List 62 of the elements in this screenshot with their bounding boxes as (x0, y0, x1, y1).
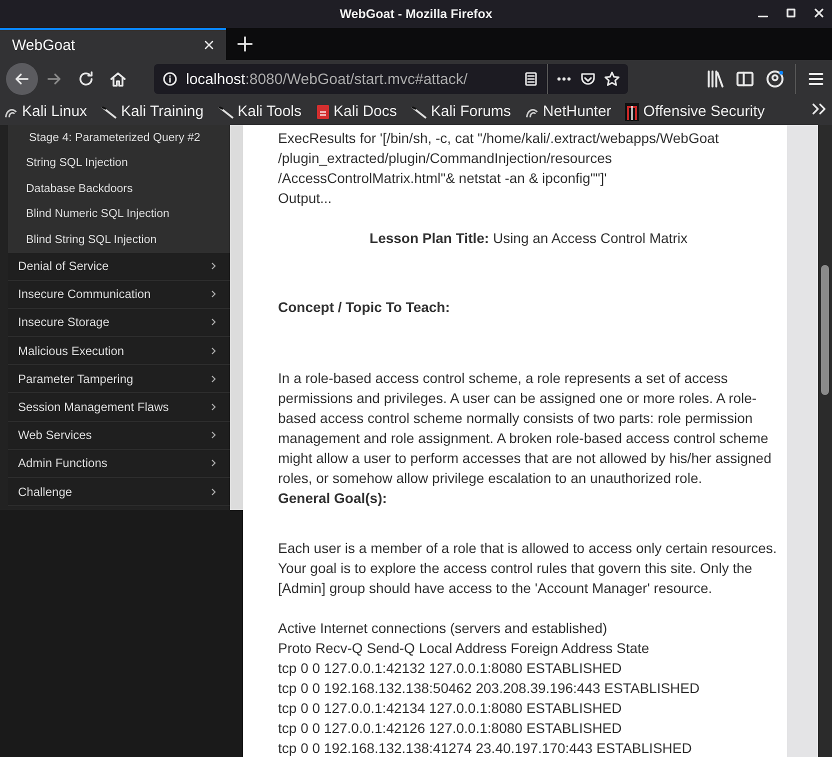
section-heading: Concept / Topic To Teach: (278, 299, 450, 315)
exec-output-line: Output... (278, 189, 333, 208)
concept-paragraph: In a role-based access control scheme, a role represents a set of access permissions and privileges. A user can be assigned one or more roles. A role-based access control scheme normally consists of two parts: role permission management and role assignment. A broken role-based access control scheme might allow a user to perform accesses that are not allowed by his/her assigned roles, or somehow allow privilege escalation to an unauthorized role. (278, 369, 772, 488)
sidebar-icon[interactable] (735, 69, 755, 89)
goal-paragraph: Each user is a member of a role that is allowed to access only certain resources. Your goal is to explore the access control rules that govern this site. Only the [Admin] group should have access to the 'Account Manager' resource. (278, 539, 778, 598)
exec-output-line: /AccessControlMatrix.html"& netstat -an & ipconfig""]' (278, 169, 608, 188)
reader-view-icon[interactable] (523, 71, 539, 87)
lesson-link[interactable]: Stage 4: Parameterized Query #2 (29, 132, 200, 144)
netstat-output-line: tcp 0 0 192.168.132.138:41274 23.40.197.170:443 ESTABLISHED (278, 739, 693, 757)
bookmark-link[interactable]: Kali Tools (218, 103, 302, 120)
library-icon[interactable] (705, 69, 725, 89)
bookmark-link[interactable]: Kali Linux (4, 103, 88, 120)
category-menu-item[interactable]: Web Services (8, 422, 230, 450)
lesson-link[interactable]: Blind String SQL Injection (26, 234, 157, 246)
new-tab-icon[interactable] (236, 35, 254, 53)
star-icon[interactable] (604, 71, 620, 87)
lesson-link[interactable]: String SQL Injection (26, 157, 128, 170)
address-bar[interactable]: localhost:8080/WebGoat/start.mvc#attack/ (154, 64, 628, 94)
lesson-title: Lesson Plan Title: Using an Access Control Matrix (370, 230, 688, 246)
chevron-right-icon (211, 318, 216, 326)
section-heading: General Goal(s): (278, 490, 387, 506)
chevron-right-icon (211, 431, 216, 440)
netstat-output-line: tcp 0 0 127.0.0.1:42134 127.0.0.1:8080 ESTABLISHED (278, 699, 623, 718)
chevron-right-icon (211, 403, 216, 412)
chevron-right-icon (211, 374, 216, 383)
chevron-right-icon (211, 290, 216, 298)
netstat-output-line: tcp 0 0 192.168.132.138:50462 203.208.39.196:443 ESTABLISHED (278, 679, 701, 698)
close-icon[interactable] (202, 38, 216, 52)
bookmark-link[interactable]: Offensive Security (625, 102, 765, 120)
netstat-output-line: tcp 0 0 127.0.0.1:42126 127.0.0.1:8080 ESTABLISHED (278, 719, 623, 738)
document-icon (316, 104, 330, 120)
home-icon[interactable] (109, 70, 127, 88)
close-icon[interactable] (812, 6, 826, 20)
blade-icon (101, 104, 118, 120)
exec-output-line: /plugin_extracted/plugin/CommandInjection/resources (278, 149, 613, 168)
chevron-right-icon (211, 459, 216, 468)
lesson-link[interactable]: Blind Numeric SQL Injection (26, 208, 170, 220)
info-icon (162, 71, 178, 87)
bookmark-link[interactable]: Kali Docs (316, 103, 397, 120)
chevron-right-icon (211, 488, 216, 496)
exec-output-line: ExecResults for '[/bin/sh, -c, cat "/home/kali/.extract/webapps/WebGoat (278, 129, 720, 148)
account-icon[interactable] (765, 69, 785, 89)
pocket-icon[interactable] (580, 71, 596, 87)
chevron-right-icon (211, 262, 216, 270)
scrollbar[interactable] (818, 125, 832, 757)
lesson-link[interactable]: Database Backdoors (26, 182, 133, 195)
bookmark-link[interactable]: NetHunter (524, 103, 612, 120)
blade-icon (218, 104, 234, 120)
blade-icon (410, 104, 427, 120)
netstat-output-line: Proto Recv-Q Send-Q Local Address Foreign Address State (278, 639, 650, 658)
reload-icon[interactable] (77, 70, 95, 88)
chevron-right-icon (211, 346, 216, 355)
category-menu-item[interactable]: Denial of Service (8, 252, 230, 281)
window-title: WebGoat - Mozilla Firefox (340, 7, 492, 21)
category-menu-item[interactable]: Insecure Communication (8, 280, 230, 309)
netstat-output-line: tcp 0 0 127.0.0.1:42132 127.0.0.1:8080 ESTABLISHED (278, 659, 623, 678)
netstat-output-line: Active Internet connections (servers and established) (278, 619, 608, 638)
bookmark-link[interactable]: Kali Forums (410, 103, 511, 120)
browser-tab[interactable]: WebGoat (0, 28, 226, 60)
maximize-icon[interactable] (784, 6, 798, 20)
bookmark-link[interactable]: Kali Training (101, 103, 204, 120)
back-button[interactable] (6, 63, 38, 95)
